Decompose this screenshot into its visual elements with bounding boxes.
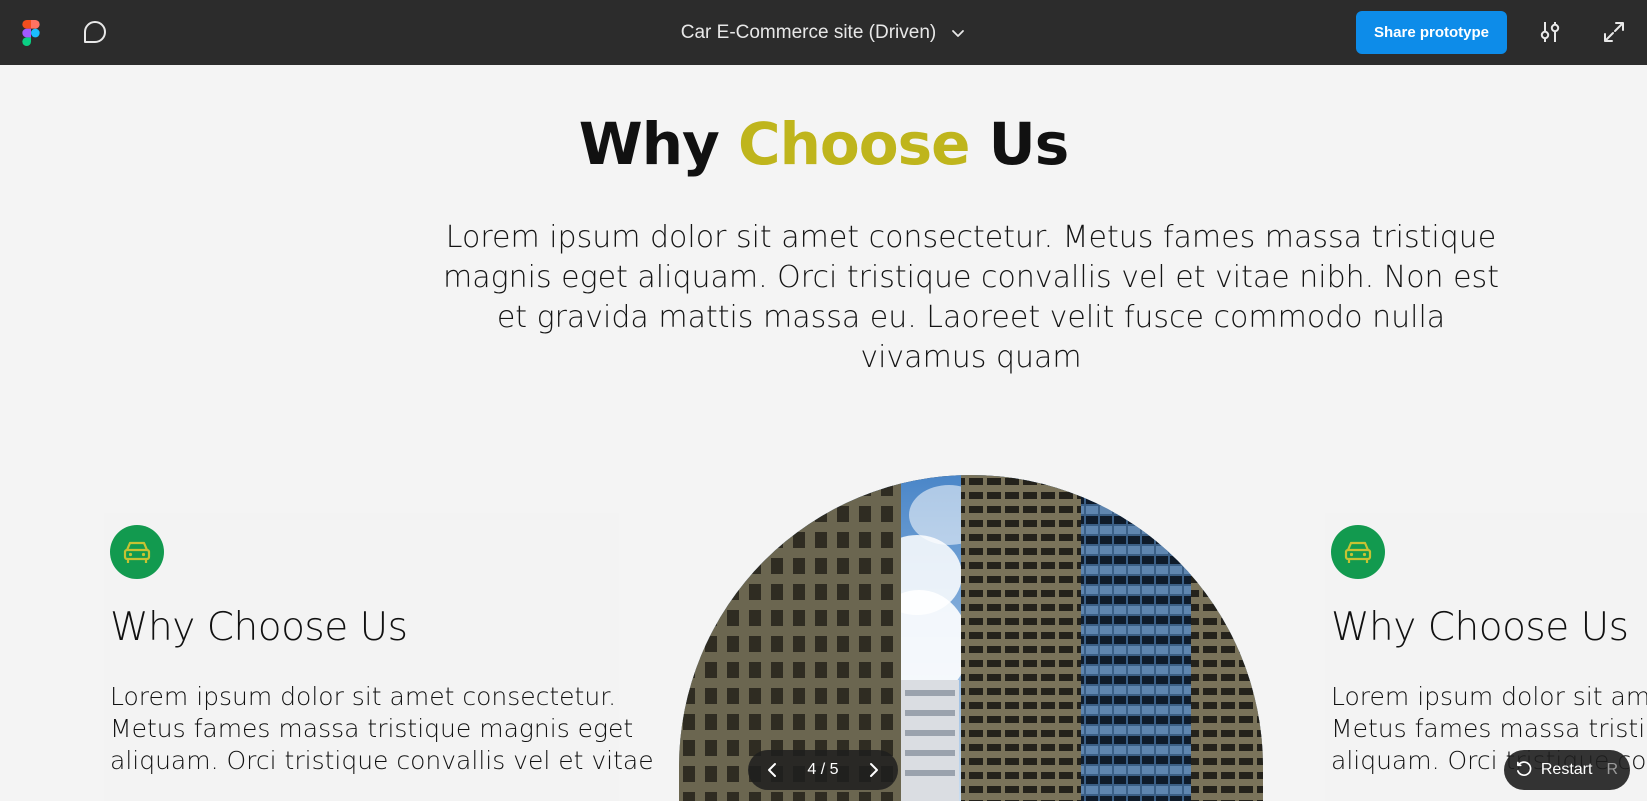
restart-shortcut: R <box>1606 761 1618 778</box>
settings-sliders-icon[interactable] <box>1537 19 1563 45</box>
restart-icon <box>1517 761 1532 777</box>
share-prototype-button[interactable]: Share prototype <box>1356 11 1507 54</box>
card-text-line: Lorem ipsum dolor sit amet consectetur. <box>110 682 617 711</box>
card-text-line: aliquam. Orci tristique convallis vel et… <box>110 746 654 775</box>
card-text-line: Metus fames massa tristique magnis eget <box>110 714 634 743</box>
feature-card-left: Why Choose Us Lorem ipsum dolor sit amet… <box>104 513 654 801</box>
previous-frame-button[interactable] <box>762 760 782 780</box>
section-intro: Lorem ipsum dolor sit amet consectetur. … <box>443 220 1499 375</box>
title-word-us: Us <box>988 110 1070 178</box>
restart-button[interactable]: Restart R <box>1504 750 1630 790</box>
frame-pager: 4 / 5 <box>748 750 898 790</box>
card-text: Lorem ipsum dolor sit amet consectetur. … <box>110 681 654 777</box>
car-icon <box>1331 525 1385 579</box>
card-text-line: Metus fames massa tristique <box>1331 714 1647 743</box>
title-word-why: Why <box>578 110 720 178</box>
next-frame-button[interactable] <box>864 760 884 780</box>
card-text-line: Lorem ipsum dolor sit amet <box>1331 682 1647 711</box>
title-word-choose: Choose <box>738 110 970 178</box>
card-title: Why Choose Us <box>110 605 408 650</box>
prototype-toolbar: Car E-Commerce site (Driven) Share proto… <box>0 0 1647 65</box>
chevron-left-icon <box>768 763 776 777</box>
file-title: Car E-Commerce site (Driven) <box>680 21 937 43</box>
restart-label: Restart <box>1540 761 1593 778</box>
expand-icon[interactable] <box>1602 20 1626 44</box>
section-title: Why Choose Us <box>0 110 1647 178</box>
car-icon <box>110 525 164 579</box>
card-title: Why Choose Us <box>1331 605 1629 650</box>
chevron-right-icon <box>869 763 878 777</box>
frame-counter: 4 / 5 <box>807 761 839 778</box>
chevron-down-icon <box>952 29 965 37</box>
